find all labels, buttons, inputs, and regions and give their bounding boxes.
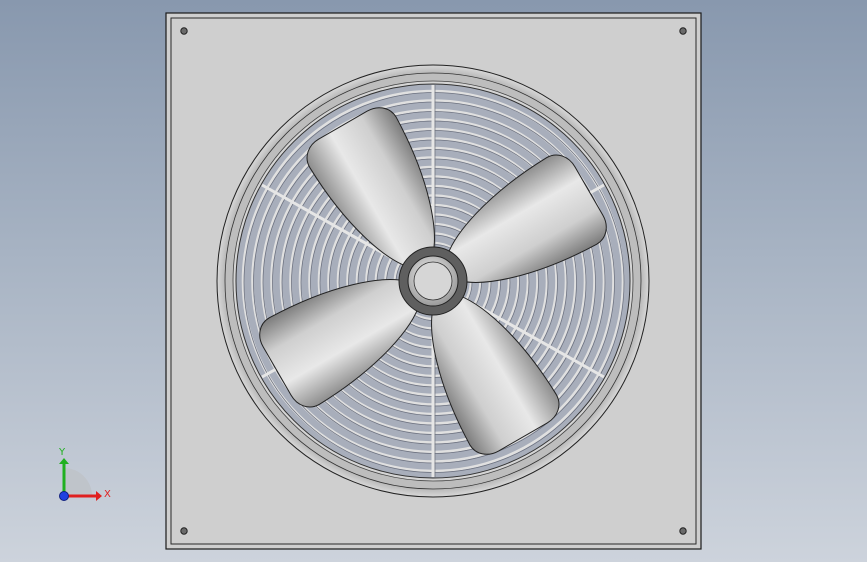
axis-triad[interactable]: X Y [50,440,120,510]
mount-hole [180,27,188,35]
graphics-viewport[interactable]: X Y [0,0,867,562]
y-axis-label: Y [58,447,66,458]
triad-base-arc [64,468,92,496]
hub-cap [413,261,453,301]
x-axis-label: X [104,489,111,500]
z-axis-dot [59,491,69,501]
mount-hole [679,27,687,35]
y-axis-arrowhead [59,458,69,464]
mount-hole [180,527,188,535]
mount-hole [679,527,687,535]
x-axis-arrowhead [96,491,102,501]
fan-model[interactable] [0,0,867,562]
